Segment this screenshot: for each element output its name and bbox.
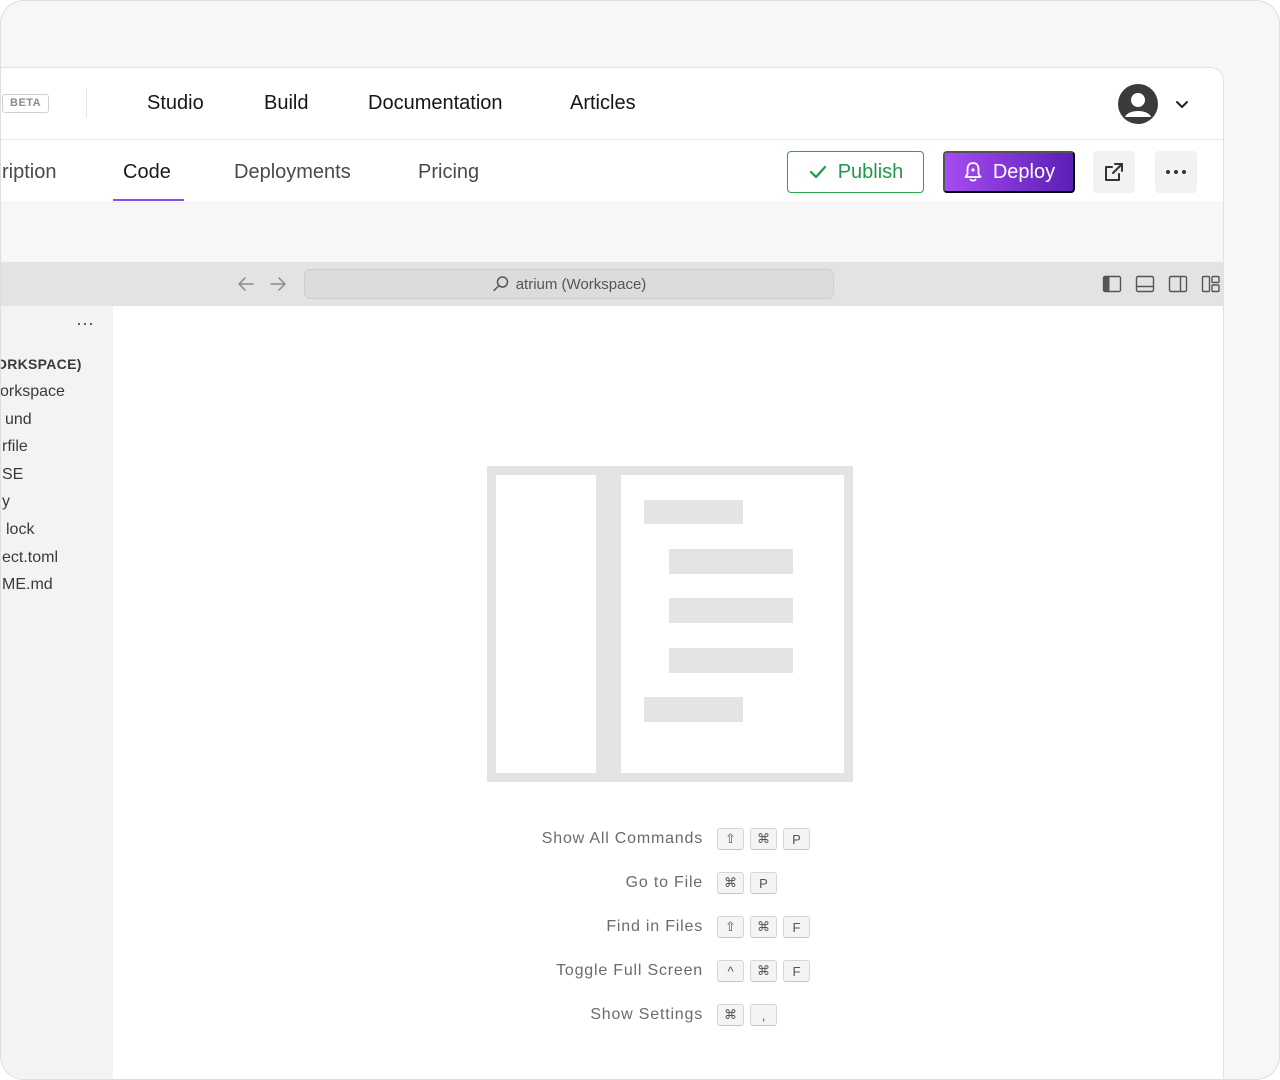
explorer-item[interactable]: orkspace (1, 383, 65, 401)
bell-icon (964, 162, 982, 182)
open-external-button[interactable] (1093, 151, 1135, 193)
shortcut-show-all-commands[interactable]: Show All Commands ⇧ ⌘ P (113, 828, 1223, 852)
command-key-icon: ⌘ (717, 872, 744, 894)
explorer-item[interactable]: ect.toml (2, 549, 58, 567)
shortcut-label: Find in Files (606, 918, 703, 935)
editor-watermark-icon (487, 466, 853, 782)
spacer-band (1, 203, 1223, 262)
explorer-sidebar: ⋯ ORKSPACE) orkspace und rfile SE y lock… (1, 306, 113, 1079)
more-options-button[interactable] (1155, 151, 1197, 193)
check-icon (809, 165, 826, 179)
deploy-label: Deploy (992, 160, 1056, 183)
explorer-item[interactable]: y (2, 493, 10, 511)
key-f: F (783, 960, 810, 982)
shift-key-icon: ⇧ (717, 916, 744, 938)
chevron-down-icon[interactable] (1174, 96, 1190, 112)
toggle-primary-sidebar-icon[interactable] (1102, 274, 1122, 294)
nav-link-documentation[interactable]: Documentation (368, 92, 503, 115)
app-window: BETA Studio Build Documentation Articles… (1, 67, 1224, 1079)
search-icon (492, 276, 508, 292)
toggle-panel-icon[interactable] (1135, 274, 1155, 294)
key-p: P (750, 872, 777, 894)
control-key-icon: ^ (717, 960, 744, 982)
explorer-item[interactable]: und (5, 411, 32, 429)
nav-link-build[interactable]: Build (264, 92, 308, 115)
customize-layout-icon[interactable] (1201, 274, 1221, 294)
tab-pricing[interactable]: Pricing (418, 161, 479, 184)
tab-deployments[interactable]: Deployments (234, 161, 351, 184)
top-nav: BETA Studio Build Documentation Articles (1, 68, 1223, 140)
shortcut-show-settings[interactable]: Show Settings ⌘ , (113, 1004, 1223, 1028)
nav-divider (86, 88, 87, 118)
shortcut-label: Go to File (625, 874, 703, 891)
explorer-item[interactable]: lock (6, 521, 34, 539)
deploy-button[interactable]: Deploy (943, 151, 1075, 193)
outer-frame: BETA Studio Build Documentation Articles… (0, 0, 1280, 1080)
tab-description[interactable]: ription (2, 161, 56, 184)
command-key-icon: ⌘ (750, 960, 777, 982)
avatar[interactable] (1118, 84, 1158, 124)
beta-badge: BETA (2, 94, 50, 113)
shortcut-label: Toggle Full Screen (556, 962, 703, 979)
key-f: F (783, 916, 810, 938)
external-link-icon (1105, 163, 1123, 181)
command-center-label: atrium (Workspace) (515, 275, 647, 293)
explorer-item[interactable]: ME.md (2, 576, 53, 594)
shortcut-go-to-file[interactable]: Go to File ⌘ P (113, 872, 1223, 896)
publish-button[interactable]: Publish (787, 151, 924, 193)
shortcut-find-in-files[interactable]: Find in Files ⇧ ⌘ F (113, 916, 1223, 940)
command-key-icon: ⌘ (750, 828, 777, 850)
shortcut-label: Show Settings (590, 1006, 703, 1023)
editor-empty-state: Show All Commands ⇧ ⌘ P Go to File ⌘ P F… (113, 306, 1223, 1079)
nav-link-articles[interactable]: Articles (570, 92, 636, 115)
tab-bar: ription Code Deployments Pricing Publish… (1, 140, 1223, 203)
shortcut-label: Show All Commands (541, 830, 703, 847)
command-key-icon: ⌘ (750, 916, 777, 938)
nav-link-studio[interactable]: Studio (147, 92, 204, 115)
command-center[interactable]: atrium (Workspace) (304, 269, 834, 299)
command-key-icon: ⌘ (717, 1004, 744, 1026)
explorer-more-icon[interactable]: ⋯ (76, 314, 95, 335)
shift-key-icon: ⇧ (717, 828, 744, 850)
publish-label: Publish (837, 160, 904, 183)
explorer-item[interactable]: SE (2, 466, 23, 484)
editor-title-bar: atrium (Workspace) (1, 262, 1223, 306)
explorer-item[interactable]: rfile (2, 438, 28, 456)
shortcut-toggle-full-screen[interactable]: Toggle Full Screen ^ ⌘ F (113, 960, 1223, 984)
tab-code[interactable]: Code (123, 161, 171, 184)
back-arrow-icon[interactable] (236, 275, 256, 293)
key-p: P (783, 828, 810, 850)
active-tab-indicator (113, 199, 184, 201)
user-icon (1120, 86, 1156, 122)
more-horizontal-icon (1166, 170, 1186, 174)
toggle-secondary-sidebar-icon[interactable] (1168, 274, 1188, 294)
forward-arrow-icon[interactable] (268, 275, 288, 293)
key-comma: , (750, 1004, 777, 1026)
explorer-workspace-root[interactable]: ORKSPACE) (1, 356, 82, 372)
